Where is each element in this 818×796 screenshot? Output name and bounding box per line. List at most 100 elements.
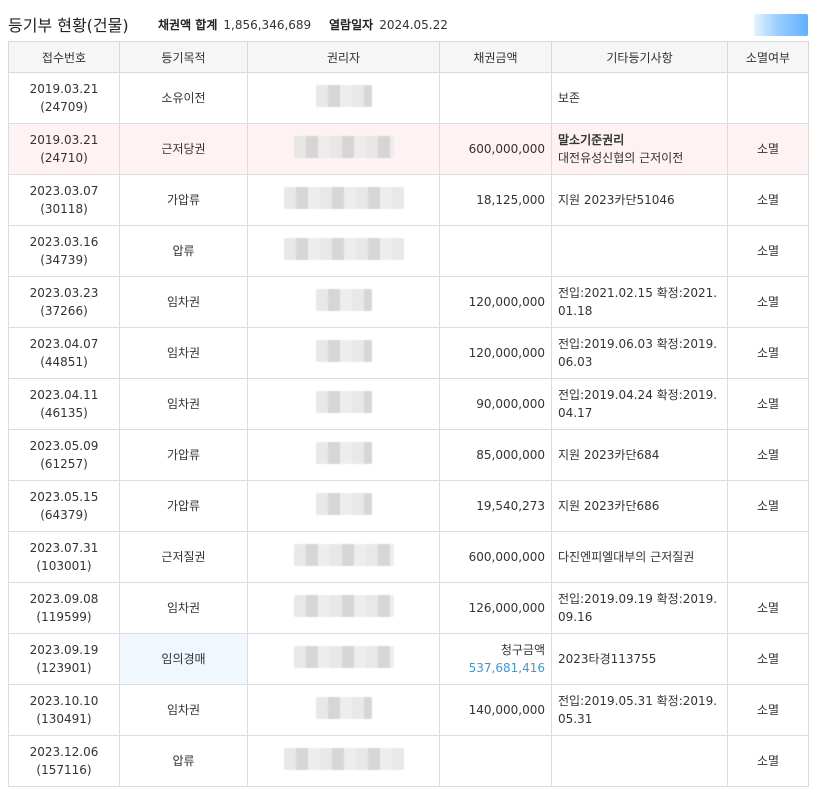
extinction-cell: 소멸	[727, 174, 809, 226]
receipt-date: 2023.04.11	[29, 388, 99, 402]
holder-cell	[247, 276, 440, 328]
table-row: 2023.03.23 (37266) 임차권 120,000,000 전입:2021.0…	[8, 276, 809, 328]
redacted-holder	[293, 645, 394, 668]
redacted-holder	[293, 543, 394, 566]
receipt-cell: 2023.03.16 (34739)	[8, 225, 120, 277]
receipt-date: 2023.12.06	[29, 745, 99, 759]
other-line-1: 전입:2019.06.03 확정:2019.	[558, 337, 718, 351]
receipt-number: (130491)	[36, 712, 92, 726]
receipt-number: (103001)	[36, 559, 92, 573]
receipt-cell: 2023.03.23 (37266)	[8, 276, 120, 328]
amount-cell: 19,540,273	[439, 480, 552, 532]
extinction-cell: 소멸	[727, 582, 809, 634]
receipt-date: 2023.07.31	[29, 541, 99, 555]
receipt-date: 2023.10.10	[29, 694, 99, 708]
amount-cell: 126,000,000	[439, 582, 552, 634]
extinction-cell: 소멸	[727, 123, 809, 175]
other-line-1: 전입:2019.09.19 확정:2019.	[558, 592, 718, 606]
redacted-holder	[315, 339, 372, 362]
extinction-cell	[727, 72, 809, 124]
other-cell: 전입:2019.05.31 확정:2019. 05.31	[551, 684, 728, 736]
receipt-date: 2023.09.08	[29, 592, 99, 606]
amount-cell: 600,000,000	[439, 123, 552, 175]
other-line-2: 대전유성신협의 근저이전	[558, 151, 684, 165]
receipt-cell: 2023.09.19 (123901)	[8, 633, 120, 685]
extinction-cell: 소멸	[727, 276, 809, 328]
receipt-cell: 2023.05.09 (61257)	[8, 429, 120, 481]
other-cell: 지원 2023카단51046	[551, 174, 728, 226]
redacted-holder	[283, 186, 404, 209]
holder-cell	[247, 582, 440, 634]
receipt-cell: 2019.03.21 (24709)	[8, 72, 120, 124]
claim-label: 청구금액	[500, 643, 545, 657]
other-line-1: 보존	[558, 91, 581, 105]
other-line-1: 전입:2019.04.24 확정:2019.	[558, 388, 718, 402]
receipt-cell: 2023.10.10 (130491)	[8, 684, 120, 736]
receipt-cell: 2023.04.07 (44851)	[8, 327, 120, 379]
receipt-date: 2023.09.19	[29, 643, 99, 657]
receipt-number: (37266)	[40, 304, 88, 318]
other-line-2: 04.17	[558, 406, 593, 420]
page-header: 등기부 현황(건물) 채권액 합계 1,856,346,689 열람일자 2024.…	[8, 8, 810, 38]
holder-cell	[247, 174, 440, 226]
table-row: 2023.09.19 (123901) 임의경매 청구금액 537,681,416 202…	[8, 633, 809, 685]
purpose-cell: 임차권	[119, 582, 248, 634]
col-header-amount: 채권금액	[439, 41, 552, 73]
other-line-1: 2023타경113755	[558, 652, 657, 666]
redacted-holder	[293, 594, 394, 617]
receipt-number: (64379)	[40, 508, 88, 522]
other-line-2: 01.18	[558, 304, 593, 318]
redacted-holder	[283, 237, 404, 260]
receipt-number: (24709)	[40, 100, 88, 114]
other-cell: 전입:2019.06.03 확정:2019. 06.03	[551, 327, 728, 379]
amount-cell: 90,000,000	[439, 378, 552, 430]
redacted-holder	[283, 747, 404, 770]
redacted-holder	[315, 492, 372, 515]
receipt-cell: 2023.07.31 (103001)	[8, 531, 120, 583]
receipt-number: (123901)	[36, 661, 92, 675]
receipt-date: 2023.05.15	[29, 490, 99, 504]
date-label: 열람일자	[329, 18, 374, 32]
other-line-2: 05.31	[558, 712, 593, 726]
amount-cell	[439, 735, 552, 787]
purpose-cell: 근저질권	[119, 531, 248, 583]
holder-cell	[247, 480, 440, 532]
purpose-cell: 임차권	[119, 378, 248, 430]
table-row: 2023.09.08 (119599) 임차권 126,000,000 전입:2019.…	[8, 582, 809, 634]
receipt-date: 2023.03.16	[29, 235, 99, 249]
amount-cell	[439, 225, 552, 277]
col-header-extinction: 소멸여부	[727, 41, 809, 73]
other-cell: 다진엔피엘대부의 근저질권	[551, 531, 728, 583]
receipt-number: (119599)	[36, 610, 92, 624]
amount-cell: 85,000,000	[439, 429, 552, 481]
purpose-cell: 압류	[119, 225, 248, 277]
receipt-number: (24710)	[40, 151, 88, 165]
extinction-cell: 소멸	[727, 378, 809, 430]
table-row: 2019.03.21 (24709) 소유이전 보존	[8, 72, 809, 124]
holder-cell	[247, 123, 440, 175]
col-header-purpose: 등기목적	[119, 41, 248, 73]
other-cell: 전입:2021.02.15 확정:2021. 01.18	[551, 276, 728, 328]
redacted-holder	[315, 84, 372, 107]
table-row: 2023.05.15 (64379) 가압류 19,540,273 지원 2023카단6…	[8, 480, 809, 532]
other-cell: 2023타경113755	[551, 633, 728, 685]
table-row: 2023.12.06 (157116) 압류 소멸	[8, 735, 809, 787]
holder-cell	[247, 429, 440, 481]
holder-cell	[247, 531, 440, 583]
purpose-cell: 압류	[119, 735, 248, 787]
claim-amount: 537,681,416	[468, 661, 545, 675]
other-line-1: 전입:2019.05.31 확정:2019.	[558, 694, 718, 708]
total-value: 1,856,346,689	[223, 18, 312, 32]
extinction-cell: 소멸	[727, 480, 809, 532]
extinction-cell: 소멸	[727, 327, 809, 379]
table-row: 2023.04.11 (46135) 임차권 90,000,000 전입:2019.04…	[8, 378, 809, 430]
col-header-holder: 권리자	[247, 41, 440, 73]
registry-table: 접수번호 등기목적 권리자 채권금액 기타등기사항 소멸여부 2019.03.2…	[8, 41, 809, 787]
other-cell: 지원 2023카단686	[551, 480, 728, 532]
other-line-1: 말소기준권리	[558, 133, 625, 147]
summary-meta: 채권액 합계 1,856,346,689 열람일자 2024.05.22	[158, 16, 462, 33]
purpose-cell: 임차권	[119, 327, 248, 379]
extinction-cell: 소멸	[727, 225, 809, 277]
purpose-cell: 가압류	[119, 429, 248, 481]
receipt-date: 2023.03.07	[29, 184, 99, 198]
